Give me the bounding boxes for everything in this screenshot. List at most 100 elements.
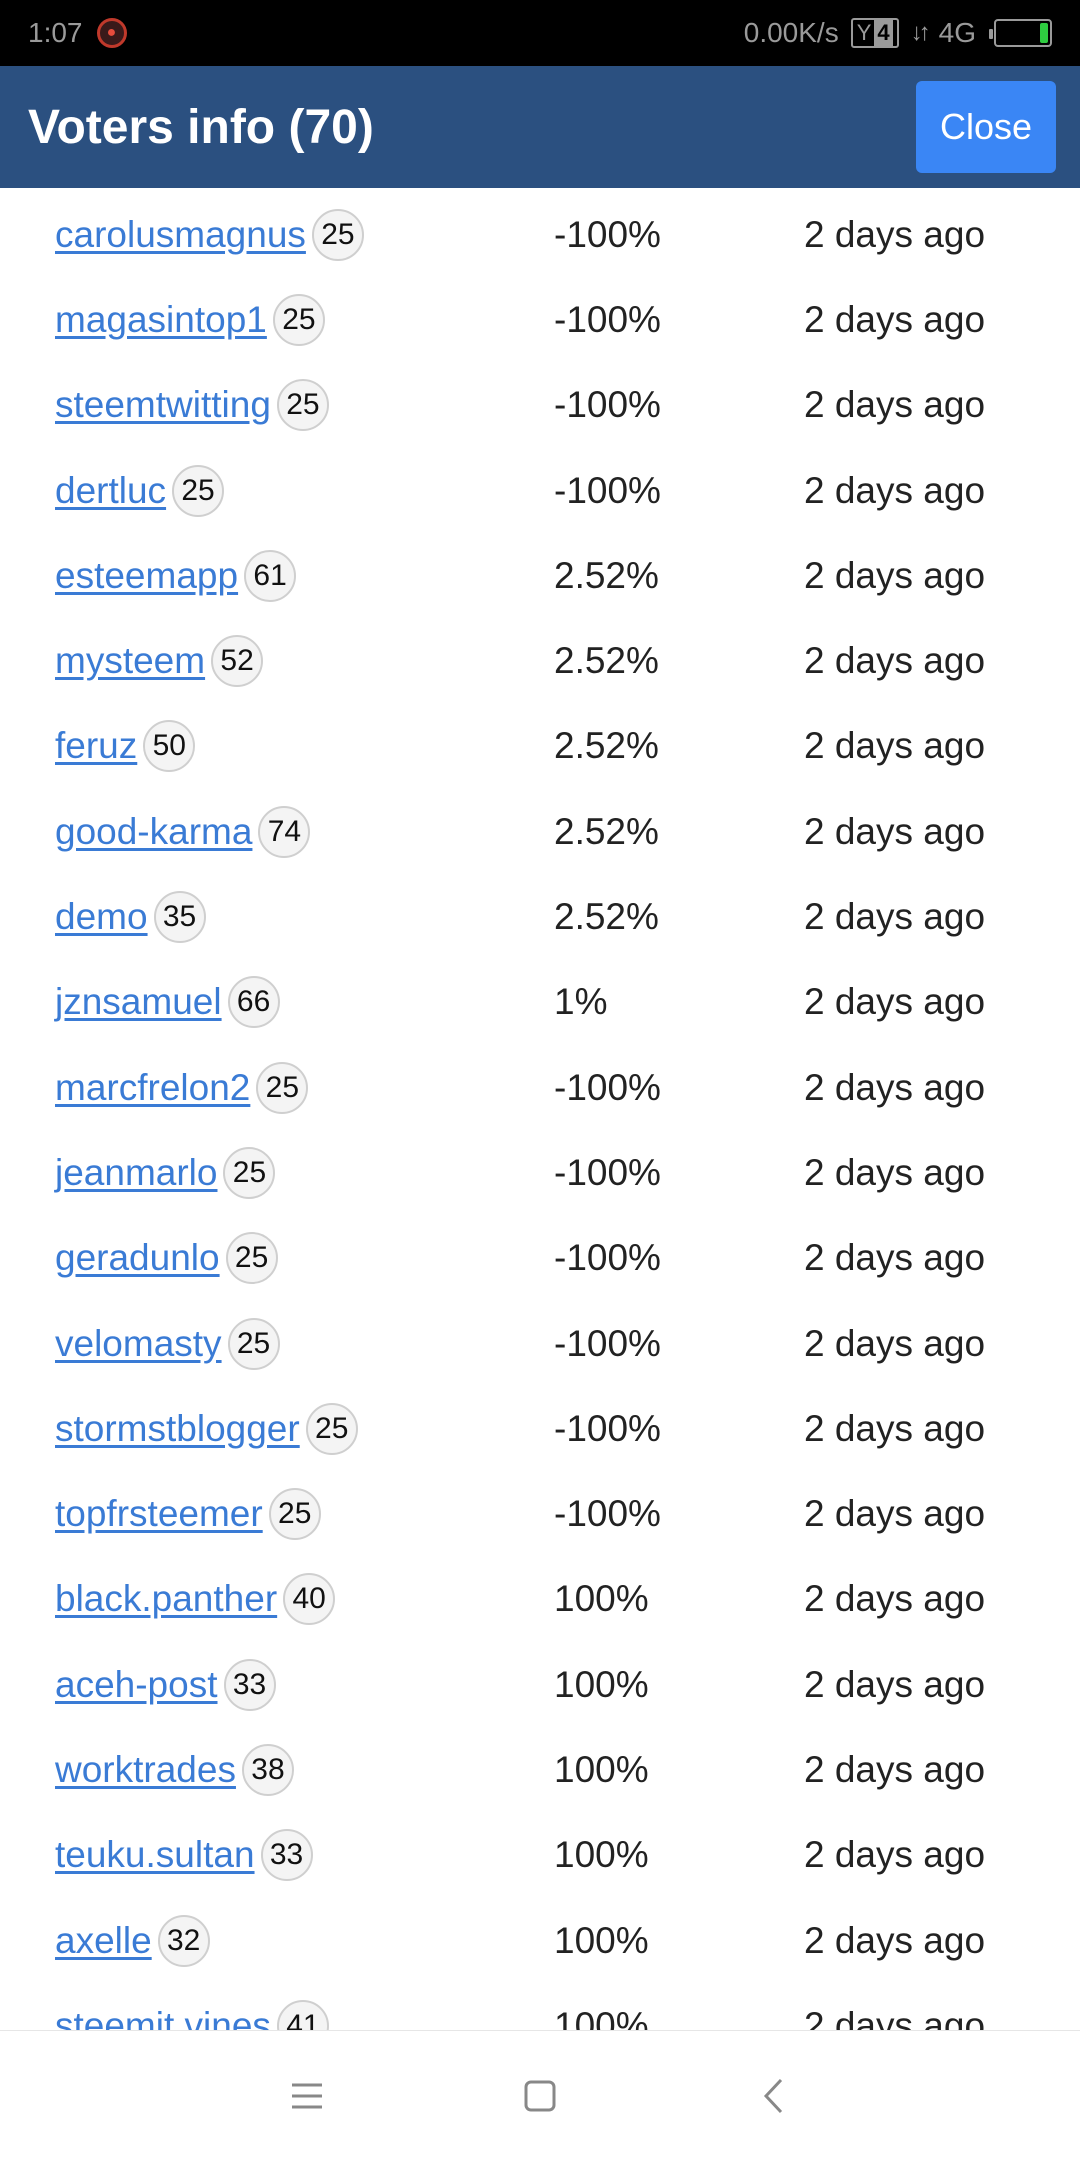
reputation-badge: 50 (143, 720, 196, 773)
voter-name-link[interactable]: jeanmarlo (55, 1152, 217, 1194)
voter-cell: feruz 50 (55, 720, 196, 773)
voter-cell: worktrades 38 (55, 1743, 294, 1796)
vote-percent: 100% (554, 1919, 649, 1961)
vote-percent: 1% (554, 981, 608, 1023)
reputation-badge: 25 (272, 293, 325, 346)
voter-row: esteemapp 61 2.52% 2 days ago (0, 533, 1080, 618)
vote-percent: 2.52% (554, 896, 659, 938)
vote-time: 2 days ago (804, 725, 986, 767)
voter-row: black.panther 40 100% 2 days ago (0, 1557, 1080, 1642)
voter-name-link[interactable]: steemit.vines (55, 2005, 271, 2030)
reputation-badge: 25 (227, 1317, 280, 1370)
vote-time: 2 days ago (804, 469, 986, 511)
vote-percent: 100% (554, 2004, 649, 2030)
voter-name-link[interactable]: stormstblogger (55, 1408, 300, 1450)
reputation-badge: 25 (256, 1061, 309, 1114)
reputation-badge: 25 (311, 208, 364, 261)
voter-name-link[interactable]: black.panther (55, 1578, 277, 1620)
reputation-badge: 25 (305, 1402, 358, 1455)
vote-percent: 2.52% (554, 640, 659, 682)
vote-time: 2 days ago (804, 640, 986, 682)
voter-name-link[interactable]: steemtwitting (55, 384, 271, 426)
vote-time: 2 days ago (804, 1834, 986, 1876)
voter-row: axelle 32 100% 2 days ago (0, 1898, 1080, 1983)
voter-row: stormstblogger 25 -100% 2 days ago (0, 1386, 1080, 1471)
voter-cell: magasintop1 25 (55, 293, 325, 346)
voter-name-link[interactable]: aceh-post (55, 1664, 218, 1706)
vote-time: 2 days ago (804, 554, 986, 596)
status-bar: 1:07 ● 0.00K/s Y4 ↓↑ 4G (0, 0, 1080, 66)
battery-icon (989, 19, 1052, 47)
voter-name-link[interactable]: esteemapp (55, 555, 238, 597)
reputation-badge: 25 (223, 1146, 276, 1199)
voter-row: teuku.sultan 33 100% 2 days ago (0, 1813, 1080, 1898)
back-chevron-icon[interactable] (743, 2066, 803, 2126)
vote-percent: 2.52% (554, 810, 659, 852)
menu-icon[interactable] (277, 2066, 337, 2126)
voter-row: geradunlo 25 -100% 2 days ago (0, 1216, 1080, 1301)
vote-time: 2 days ago (804, 1066, 986, 1108)
vote-time: 2 days ago (804, 1493, 986, 1535)
voter-row: topfrsteemer 25 -100% 2 days ago (0, 1471, 1080, 1556)
reputation-badge: 25 (225, 1232, 278, 1285)
sim-number: 4 (874, 20, 893, 46)
voter-cell: mysteem 52 (55, 635, 264, 688)
vote-percent: -100% (554, 1066, 661, 1108)
voter-cell: topfrsteemer 25 (55, 1488, 321, 1541)
voter-name-link[interactable]: feruz (55, 725, 137, 767)
voter-name-link[interactable]: demo (55, 896, 148, 938)
voter-cell: geradunlo 25 (55, 1232, 278, 1285)
reputation-badge: 41 (276, 1999, 329, 2030)
voter-name-link[interactable]: axelle (55, 1920, 152, 1962)
vote-percent: -100% (554, 298, 661, 340)
voter-row: feruz 50 2.52% 2 days ago (0, 704, 1080, 789)
voter-row: mysteem 52 2.52% 2 days ago (0, 618, 1080, 703)
voter-row: demo 35 2.52% 2 days ago (0, 874, 1080, 959)
vote-percent: 100% (554, 1663, 649, 1705)
vote-time: 2 days ago (804, 2004, 986, 2030)
vote-percent: -100% (554, 1237, 661, 1279)
voter-name-link[interactable]: carolusmagnus (55, 214, 306, 256)
voter-name-link[interactable]: teuku.sultan (55, 1834, 255, 1876)
vote-percent: -100% (554, 1322, 661, 1364)
voter-row: steemit.vines 41 100% 2 days ago (0, 1983, 1080, 2030)
reputation-badge: 66 (227, 976, 280, 1029)
close-button[interactable]: Close (916, 81, 1056, 173)
vote-time: 2 days ago (804, 1151, 986, 1193)
voter-name-link[interactable]: good-karma (55, 811, 252, 853)
voter-name-link[interactable]: geradunlo (55, 1237, 220, 1279)
vote-percent: 100% (554, 1834, 649, 1876)
reputation-badge: 40 (283, 1573, 336, 1626)
voter-row: carolusmagnus 25 -100% 2 days ago (0, 192, 1080, 277)
voter-name-link[interactable]: jznsamuel (55, 981, 222, 1023)
voter-cell: teuku.sultan 33 (55, 1829, 313, 1882)
vote-percent: 2.52% (554, 725, 659, 767)
vote-percent: -100% (554, 213, 661, 255)
home-square-icon[interactable] (510, 2066, 570, 2126)
voter-name-link[interactable]: worktrades (55, 1749, 236, 1791)
vote-percent: 100% (554, 1748, 649, 1790)
vote-percent: -100% (554, 1151, 661, 1193)
net-speed: 0.00K/s (743, 17, 839, 48)
reputation-badge: 52 (211, 635, 264, 688)
voter-name-link[interactable]: magasintop1 (55, 299, 267, 341)
reputation-badge: 25 (276, 379, 329, 432)
voter-name-link[interactable]: marcfrelon2 (55, 1067, 250, 1109)
voter-name-link[interactable]: dertluc (55, 470, 166, 512)
voter-row: good-karma 74 2.52% 2 days ago (0, 789, 1080, 874)
voter-name-link[interactable]: mysteem (55, 640, 205, 682)
voter-row: velomasty 25 -100% 2 days ago (0, 1301, 1080, 1386)
vote-time: 2 days ago (804, 1578, 986, 1620)
reputation-badge: 33 (223, 1658, 276, 1711)
voter-name-link[interactable]: velomasty (55, 1323, 222, 1365)
status-left: 1:07 ● (28, 17, 127, 49)
voter-row: jznsamuel 66 1% 2 days ago (0, 960, 1080, 1045)
voter-cell: black.panther 40 (55, 1573, 336, 1626)
data-arrows-icon: ↓↑ (910, 19, 931, 46)
voter-name-link[interactable]: topfrsteemer (55, 1493, 263, 1535)
voters-list[interactable]: carolusmagnus 25 -100% 2 days ago magasintop… (0, 188, 1080, 2030)
vote-percent: -100% (554, 469, 661, 511)
vote-time: 2 days ago (804, 896, 986, 938)
voter-row: worktrades 38 100% 2 days ago (0, 1727, 1080, 1812)
vote-percent: -100% (554, 1407, 661, 1449)
